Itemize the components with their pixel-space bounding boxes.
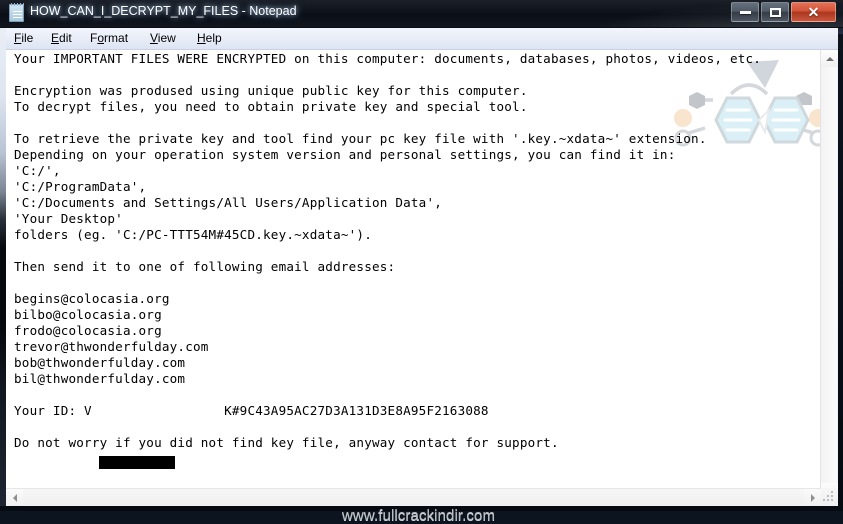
text-editor-area[interactable]: Your IMPORTANT FILES WERE ENCRYPTED on t… <box>6 50 821 500</box>
resize-grip[interactable] <box>821 488 837 505</box>
ransom-note-text: Your IMPORTANT FILES WERE ENCRYPTED on t… <box>14 51 762 450</box>
site-watermark: www.fullcrackindir.com <box>342 507 496 524</box>
menu-item-edit[interactable]: Edit <box>51 31 72 47</box>
title-bar[interactable]: HOW_CAN_I_DECRYPT_MY_FILES - Notepad ✕ <box>0 0 843 27</box>
vertical-scrollbar[interactable] <box>820 50 838 500</box>
maximize-icon <box>769 7 781 17</box>
scroll-left-button[interactable] <box>6 489 23 506</box>
window-title: HOW_CAN_I_DECRYPT_MY_FILES - Notepad <box>30 4 297 18</box>
menu-item-help[interactable]: Help <box>197 31 222 47</box>
notepad-window: HOW_CAN_I_DECRYPT_MY_FILES - Notepad ✕ F… <box>0 0 843 524</box>
client-area: File Edit Format View Help Your IMPORTAN… <box>5 28 838 524</box>
menu-item-format[interactable]: Format <box>90 31 128 47</box>
scroll-right-arrow-icon <box>810 493 815 502</box>
scroll-left-arrow-icon <box>12 493 17 502</box>
maximize-button[interactable] <box>761 2 789 22</box>
notepad-icon <box>9 3 24 22</box>
minimize-icon <box>739 10 751 14</box>
menu-item-file[interactable]: File <box>14 31 33 47</box>
scroll-right-button[interactable] <box>804 489 821 506</box>
menu-bar: File Edit Format View Help <box>5 28 838 50</box>
minimize-button[interactable] <box>731 2 759 22</box>
menu-item-view[interactable]: View <box>150 31 176 47</box>
scroll-up-arrow-icon <box>825 56 834 61</box>
close-button[interactable]: ✕ <box>791 2 836 22</box>
redaction-bar <box>99 456 175 469</box>
horizontal-scrollbar[interactable] <box>6 488 821 506</box>
scroll-up-button[interactable] <box>821 50 838 67</box>
close-icon: ✕ <box>807 4 820 20</box>
